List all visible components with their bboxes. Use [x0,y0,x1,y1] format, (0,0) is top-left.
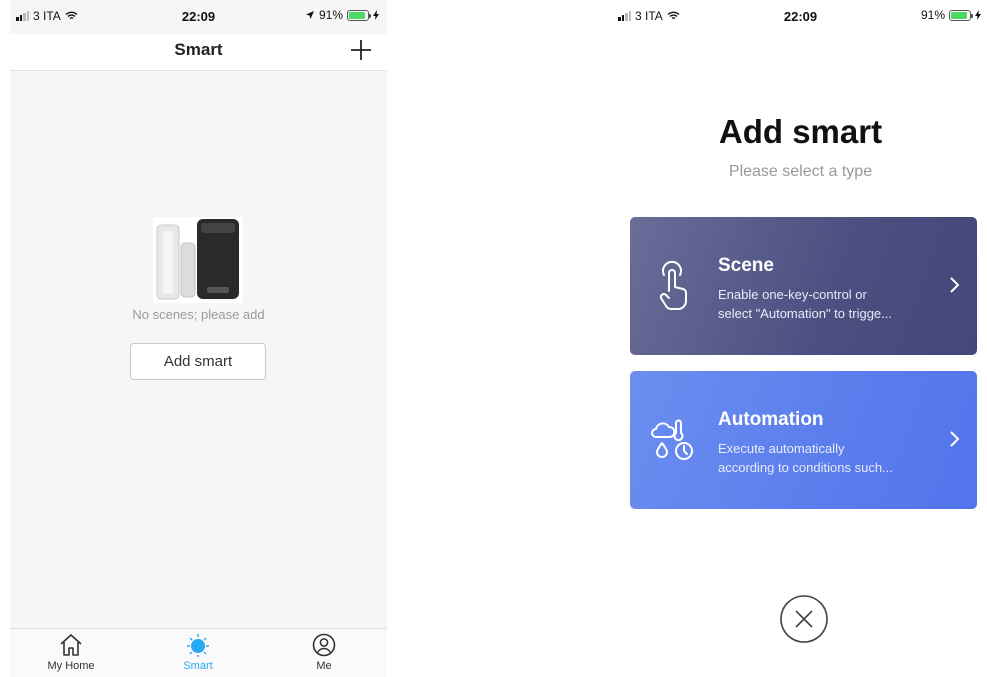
card-title: Automation [718,409,824,430]
automation-card[interactable]: Automation Execute automatically accordi… [630,371,977,509]
tab-smart[interactable]: Smart [158,633,238,672]
status-bar: 3 ITA 22:09 91% [612,0,987,34]
card-desc-line: Enable one-key-control or [718,287,867,302]
scene-card[interactable]: Scene Enable one-key-control or select "… [630,217,977,355]
close-icon[interactable] [779,594,829,644]
card-title: Scene [718,255,774,276]
tab-label: Smart [183,660,213,672]
card-desc-line: according to conditions such... [718,460,893,475]
tab-label: My Home [47,660,95,672]
tab-label: Me [316,660,332,672]
card-desc-line: select "Automation" to trigge... [718,306,892,321]
battery-percent: 91% [920,8,945,22]
battery-percent: 91% [318,8,343,22]
smart-screen: 3 ITA 22:09 91% Smart No scenes; please … [10,0,387,677]
tab-bar: My Home Smart Me [10,628,387,677]
page-subtitle: Please select a type [728,163,873,180]
sun-icon [187,634,209,657]
nav-bar: Smart [10,34,387,71]
page-title: Add smart [718,113,883,150]
card-description: Enable one-key-control or select "Automa… [718,285,928,323]
empty-message: No scenes; please add [132,307,265,322]
chevron-right-icon [950,277,960,293]
tab-my-home[interactable]: My Home [31,633,111,672]
page-title: Smart [174,40,223,59]
charging-icon [975,10,981,20]
chevron-right-icon [950,431,960,447]
status-bar: 3 ITA 22:09 91% [10,0,387,34]
devices-illustration [153,217,243,303]
home-icon [60,634,82,656]
card-desc-line: Execute automatically [718,441,845,456]
tap-hand-icon [659,260,687,310]
location-arrow-icon [305,11,314,19]
status-right: 91% [921,8,981,22]
battery-icon [949,9,973,21]
weather-clock-icon [651,419,693,460]
add-smart-screen: 3 ITA 22:09 91% Add smart Please select … [612,0,987,677]
user-icon [312,633,336,657]
tab-me[interactable]: Me [284,633,364,672]
battery-icon [347,9,371,21]
charging-icon [373,10,379,20]
card-description: Execute automatically according to condi… [718,439,928,477]
add-smart-button[interactable]: Add smart [130,343,266,380]
add-icon[interactable] [347,36,375,64]
status-right: 91% [305,8,379,22]
